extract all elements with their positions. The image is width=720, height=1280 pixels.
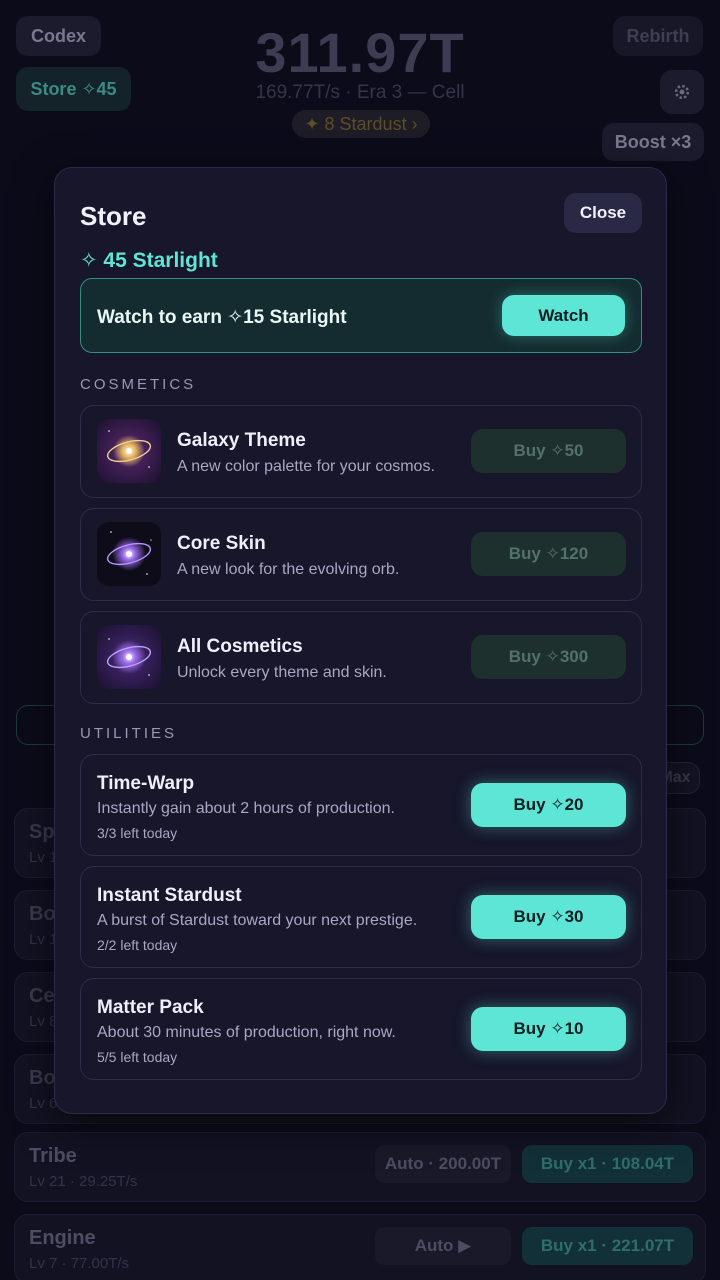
utility-desc: A burst of Stardust toward your next pre… xyxy=(97,912,418,929)
cosmetic-title: Galaxy Theme xyxy=(177,430,306,451)
buy-core-skin-button[interactable]: Buy ✧120 xyxy=(471,532,626,576)
stardust-badge[interactable]: ✦ 8 Stardust › xyxy=(292,110,430,138)
generator-level: Lv 7 · 77.00T/s xyxy=(29,1255,130,1272)
cosmetic-item-core-skin: Core Skin A new look for the evolving or… xyxy=(80,508,642,601)
watch-ad-text: Watch to earn ✧15 Starlight xyxy=(97,307,347,328)
cosmetic-item-all-cosmetics: All Cosmetics Unlock every theme and ski… xyxy=(80,611,642,704)
generator-name: Bo xyxy=(29,1067,56,1089)
utility-remaining: 3/3 left today xyxy=(97,825,178,841)
buy-matter-pack-button[interactable]: Buy ✧10 xyxy=(471,1007,626,1051)
utility-remaining: 5/5 left today xyxy=(97,1049,178,1065)
watch-ad-panel: Watch to earn ✧15 Starlight Watch xyxy=(80,278,642,353)
rate-line: 169.77T/s · Era 3 — Cell xyxy=(255,82,465,103)
utility-desc: Instantly gain about 2 hours of producti… xyxy=(97,800,395,817)
utilities-heading: UTILITIES xyxy=(80,725,178,742)
buy-time-warp-button[interactable]: Buy ✧20 xyxy=(471,783,626,827)
generator-name: Tribe xyxy=(29,1145,77,1167)
store-modal: Store Close ✧ 45 Starlight Watch to earn… xyxy=(54,167,667,1114)
utility-item-matter-pack: Matter Pack About 30 minutes of producti… xyxy=(80,978,642,1080)
buy-all-cosmetics-button[interactable]: Buy ✧300 xyxy=(471,635,626,679)
buy-instant-stardust-button[interactable]: Buy ✧30 xyxy=(471,895,626,939)
cosmetic-desc: A new look for the evolving orb. xyxy=(177,561,400,578)
total-matter: 311.97T xyxy=(255,21,465,84)
utility-remaining: 2/2 left today xyxy=(97,937,178,953)
utility-title: Instant Stardust xyxy=(97,885,242,906)
utility-item-instant-stardust: Instant Stardust A burst of Stardust tow… xyxy=(80,866,642,968)
utility-desc: About 30 minutes of production, right no… xyxy=(97,1024,396,1041)
cosmetic-title: Core Skin xyxy=(177,533,266,554)
store-title: Store xyxy=(80,201,147,231)
buy-generator-button[interactable]: Buy x1 · 221.07T xyxy=(522,1227,693,1265)
buy-galaxy-theme-button[interactable]: Buy ✧50 xyxy=(471,429,626,473)
generator-name: Bo xyxy=(29,903,56,925)
cosmetic-desc: A new color palette for your cosmos. xyxy=(177,458,435,475)
generator-name: Engine xyxy=(29,1227,96,1249)
utility-title: Time-Warp xyxy=(97,773,195,794)
generator-level: Lv 21 · 29.25T/s xyxy=(29,1173,138,1190)
close-button[interactable]: Close xyxy=(564,193,642,233)
all-cosmetics-icon xyxy=(97,625,161,689)
starlight-balance: ✧ 45 Starlight xyxy=(80,249,218,272)
core-skin-icon xyxy=(97,522,161,586)
utility-item-time-warp: Time-Warp Instantly gain about 2 hours o… xyxy=(80,754,642,856)
buy-generator-button[interactable]: Buy x1 · 108.04T xyxy=(522,1145,693,1183)
utility-title: Matter Pack xyxy=(97,997,204,1018)
auto-button[interactable]: Auto · 200.00T xyxy=(375,1145,511,1183)
watch-button[interactable]: Watch xyxy=(502,295,625,336)
generator-row-engine[interactable]: Engine Lv 7 · 77.00T/s Auto ▶ Buy x1 · 2… xyxy=(14,1214,706,1280)
generator-row-tribe[interactable]: Tribe Lv 21 · 29.25T/s Auto · 200.00T Bu… xyxy=(14,1132,706,1202)
cosmetics-heading: COSMETICS xyxy=(80,376,197,393)
cosmetic-desc: Unlock every theme and skin. xyxy=(177,664,387,681)
auto-button[interactable]: Auto ▶ xyxy=(375,1227,511,1265)
boost-button[interactable]: Boost ×3 xyxy=(602,123,704,161)
galaxy-theme-icon xyxy=(97,419,161,483)
cosmetic-item-galaxy-theme: Galaxy Theme A new color palette for you… xyxy=(80,405,642,498)
cosmetic-title: All Cosmetics xyxy=(177,636,303,657)
